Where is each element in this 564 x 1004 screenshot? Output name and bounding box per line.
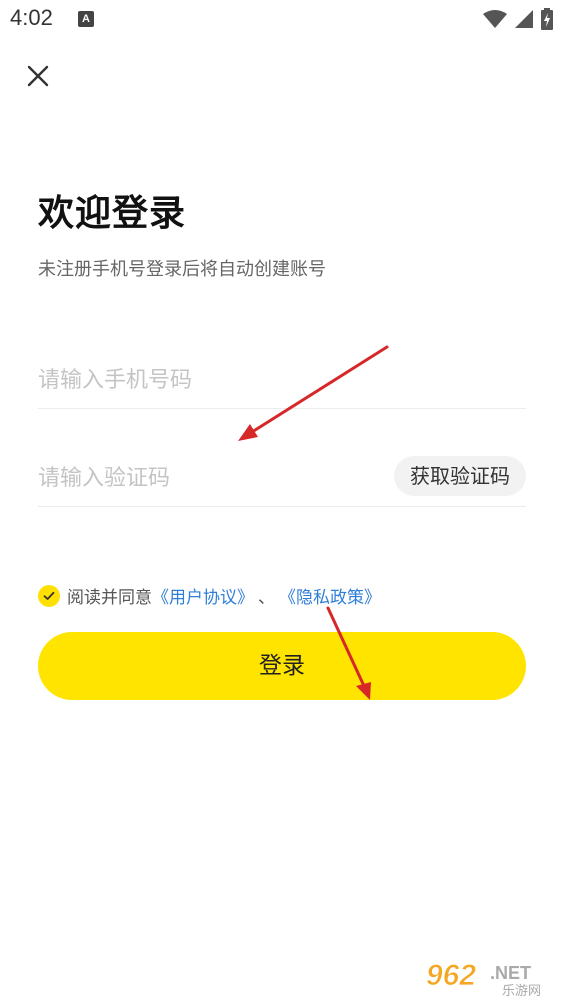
close-icon (27, 65, 49, 87)
svg-text:乐游网: 乐游网 (502, 984, 541, 997)
agreement-separator: 、 (258, 588, 275, 608)
user-agreement-link[interactable]: 《用户协议》 (152, 583, 254, 608)
svg-text:962: 962 (426, 959, 476, 992)
site-watermark-logo: 962 .NET 乐游网 (426, 959, 541, 997)
notification-icon: A (78, 11, 94, 27)
page-subtitle: 未注册手机号登录后将自动创建账号 (38, 259, 326, 280)
cell-signal-icon (515, 10, 533, 28)
agreement-row: 阅读并同意 《用户协议》 、 《隐私政策》 (38, 583, 381, 608)
login-button[interactable]: 登录 (38, 632, 526, 700)
agree-checkbox[interactable] (38, 584, 60, 607)
battery-charging-icon (541, 8, 553, 30)
close-button[interactable] (22, 60, 54, 92)
verification-code-input[interactable] (38, 450, 378, 506)
checkmark-icon (43, 591, 55, 600)
status-icons (482, 8, 554, 30)
page-title: 欢迎登录 (38, 193, 187, 234)
agree-prefix-text: 阅读并同意 (67, 588, 152, 608)
privacy-policy-link[interactable]: 《隐私政策》 (279, 583, 381, 608)
phone-field (38, 352, 526, 409)
code-field: 获取验证码 (38, 450, 526, 507)
status-bar: 4:02 A (0, 0, 564, 40)
phone-input[interactable] (38, 352, 378, 408)
status-time: 4:02 (10, 5, 53, 30)
get-code-button[interactable]: 获取验证码 (394, 456, 526, 496)
wifi-icon (483, 10, 507, 28)
svg-text:.NET: .NET (490, 963, 531, 983)
